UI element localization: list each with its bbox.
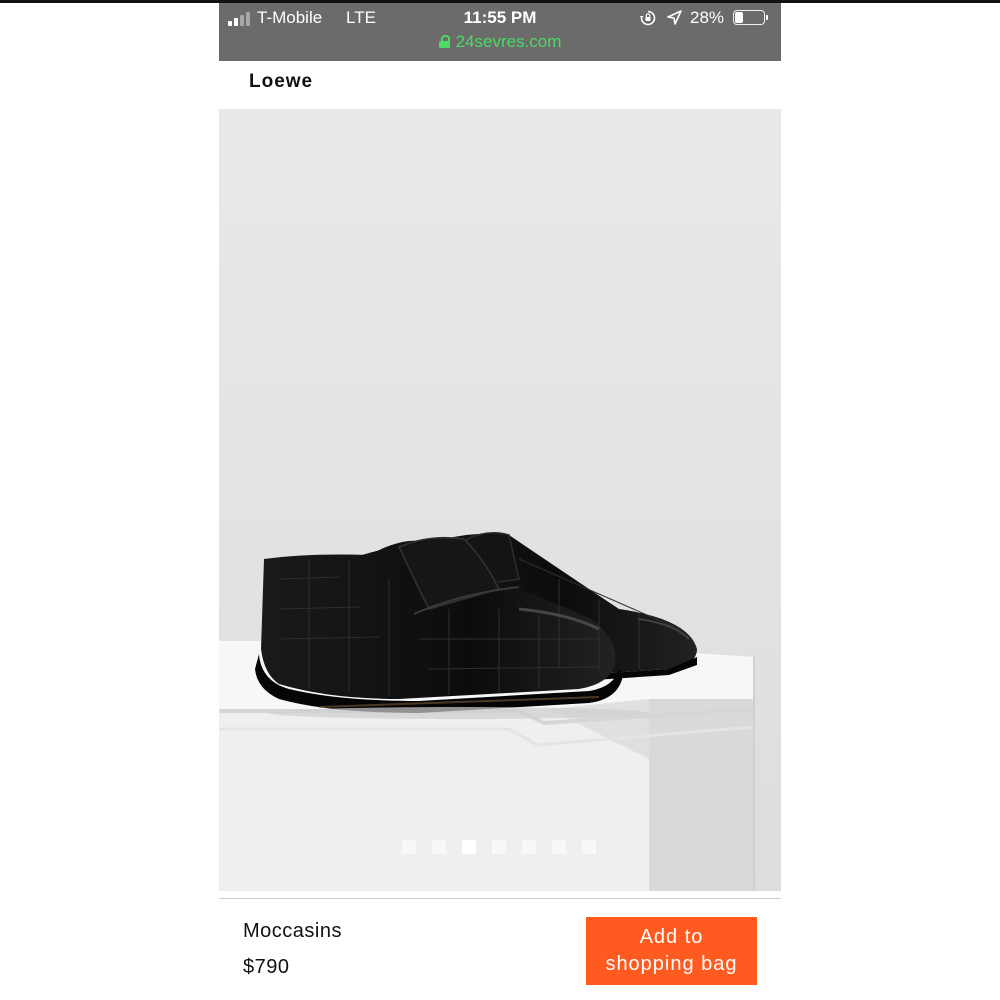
- phone-screen: T-Mobile LTE 11:55 PM 28% 24sevres.com L…: [219, 3, 781, 1000]
- product-image[interactable]: [219, 109, 781, 891]
- carousel-dot[interactable]: [432, 840, 446, 854]
- carousel-dot[interactable]: [522, 840, 536, 854]
- address-bar[interactable]: 24sevres.com: [219, 32, 781, 52]
- add-to-bag-label-line1: Add to: [639, 926, 704, 948]
- carousel-dot[interactable]: [582, 840, 596, 854]
- url-text: 24sevres.com: [455, 32, 562, 51]
- status-bar: T-Mobile LTE 11:55 PM 28% 24sevres.com: [219, 3, 781, 61]
- rotation-lock-icon: [640, 10, 656, 26]
- carousel-dots: [402, 840, 612, 854]
- add-to-bag-button[interactable]: Add to shopping bag: [586, 917, 757, 985]
- lock-icon: [438, 35, 450, 48]
- product-price: $790: [243, 956, 290, 978]
- carousel-dot[interactable]: [462, 840, 476, 854]
- carousel-dot[interactable]: [402, 840, 416, 854]
- product-name: Moccasins: [243, 920, 342, 942]
- divider: [219, 898, 781, 899]
- brand-name[interactable]: Loewe: [249, 71, 313, 93]
- add-to-bag-label-line2: shopping bag: [605, 953, 738, 975]
- loafers-photo: [219, 109, 781, 891]
- battery-level-fill: [735, 12, 743, 23]
- carousel-dot[interactable]: [552, 840, 566, 854]
- brand-header: Loewe: [219, 61, 781, 109]
- carousel-dot[interactable]: [492, 840, 506, 854]
- battery-percent: 28%: [690, 8, 725, 27]
- battery-icon: [733, 10, 771, 27]
- location-arrow-icon: [667, 10, 682, 25]
